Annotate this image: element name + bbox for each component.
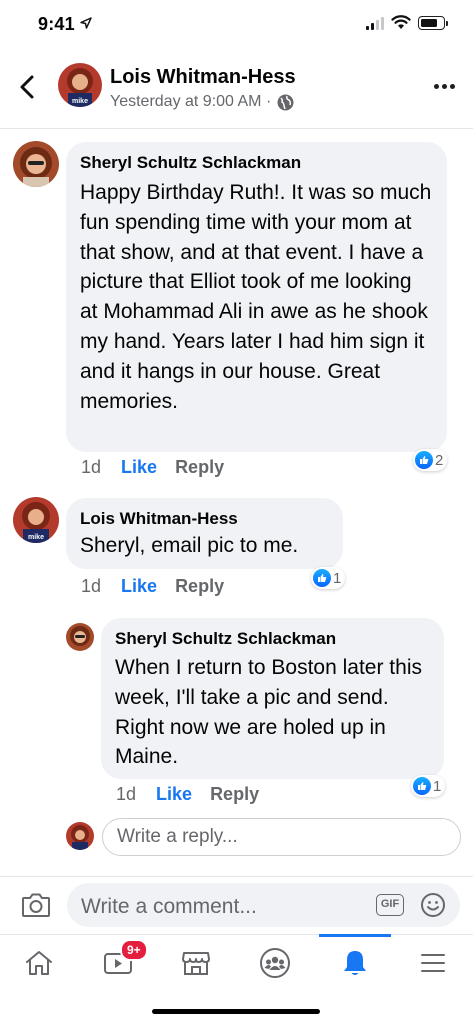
comment-time: 1d bbox=[81, 576, 102, 596]
reaction-count[interactable]: 2 bbox=[413, 449, 448, 471]
comment-bubble: Sheryl Schultz Schlackman Happy Birthday… bbox=[66, 142, 447, 452]
home-indicator bbox=[152, 1009, 320, 1014]
wifi-icon bbox=[391, 15, 411, 29]
reply-button[interactable]: Reply bbox=[210, 784, 259, 805]
comment-author[interactable]: Lois Whitman-Hess bbox=[80, 509, 329, 529]
tab-groups[interactable] bbox=[253, 945, 297, 981]
notifications-icon bbox=[344, 951, 366, 975]
marketplace-icon bbox=[182, 952, 210, 975]
tab-menu[interactable] bbox=[411, 945, 455, 981]
notification-badge: 9+ bbox=[120, 939, 148, 961]
battery-icon bbox=[418, 16, 448, 30]
gif-button[interactable]: GIF bbox=[376, 894, 404, 916]
emoji-icon[interactable] bbox=[420, 892, 446, 918]
comment-time: 1d bbox=[81, 457, 102, 477]
avatar[interactable] bbox=[66, 623, 94, 651]
status-time: 9:41 bbox=[38, 14, 75, 34]
reaction-count-value: 1 bbox=[433, 777, 442, 795]
avatar[interactable]: mike bbox=[13, 497, 59, 543]
camera-icon[interactable] bbox=[21, 892, 51, 918]
reaction-count[interactable]: 1 bbox=[311, 567, 346, 589]
comment-composer: Write a comment... GIF bbox=[0, 876, 473, 934]
avatar[interactable] bbox=[13, 141, 59, 187]
current-user-avatar bbox=[66, 822, 94, 850]
comment-author[interactable]: Sheryl Schultz Schlackman bbox=[115, 629, 430, 649]
comment-actions: 1d Like Reply bbox=[81, 457, 224, 478]
comment-placeholder: Write a comment... bbox=[81, 895, 257, 918]
comment-time: 1d bbox=[116, 784, 137, 804]
menu-icon bbox=[421, 954, 445, 972]
header-divider bbox=[0, 128, 473, 129]
post-header: mike Lois Whitman-Hess Yesterday at 9:00… bbox=[0, 56, 473, 126]
tab-notifications[interactable] bbox=[333, 945, 377, 981]
back-arrow-icon[interactable] bbox=[16, 74, 40, 100]
post-timestamp: Yesterday at 9:00 AM · bbox=[110, 93, 272, 110]
like-button[interactable]: Like bbox=[121, 576, 157, 597]
home-icon bbox=[26, 951, 52, 975]
reaction-count[interactable]: 1 bbox=[411, 775, 446, 797]
thumbs-up-icon bbox=[313, 569, 331, 587]
comment-actions: 1d Like Reply bbox=[81, 576, 224, 597]
groups-icon bbox=[260, 948, 290, 978]
comment-actions: 1d Like Reply bbox=[116, 784, 259, 805]
comment-input[interactable]: Write a comment... GIF bbox=[67, 883, 460, 927]
reply-input[interactable]: Write a reply... bbox=[102, 818, 461, 856]
comment-author[interactable]: Sheryl Schultz Schlackman bbox=[80, 153, 433, 173]
signal-icon bbox=[366, 17, 384, 30]
comment-text: Happy Birthday Ruth!. It was so much fun… bbox=[80, 181, 432, 413]
active-tab-indicator bbox=[319, 934, 391, 937]
page-title[interactable]: Lois Whitman-Hess bbox=[110, 66, 296, 89]
location-arrow-icon bbox=[80, 17, 92, 29]
thumbs-up-icon bbox=[415, 451, 433, 469]
bottom-tab-bar: 9+ bbox=[0, 934, 473, 1023]
reply-button[interactable]: Reply bbox=[175, 576, 224, 597]
tab-marketplace[interactable] bbox=[174, 945, 218, 981]
status-bar: 9:41 bbox=[0, 0, 473, 48]
comment-bubble: Sheryl Schultz Schlackman When I return … bbox=[101, 618, 444, 779]
svg-text:mike: mike bbox=[72, 98, 88, 105]
comment-bubble: Lois Whitman-Hess Sheryl, email pic to m… bbox=[66, 498, 343, 569]
comment-text: Sheryl, email pic to me. bbox=[80, 534, 299, 557]
reply-button[interactable]: Reply bbox=[175, 457, 224, 478]
svg-text:mike: mike bbox=[28, 534, 44, 541]
author-avatar[interactable]: mike bbox=[58, 63, 102, 107]
post-meta: Yesterday at 9:00 AM · bbox=[110, 93, 294, 111]
like-button[interactable]: Like bbox=[156, 784, 192, 805]
thumbs-up-icon bbox=[413, 777, 431, 795]
like-button[interactable]: Like bbox=[121, 457, 157, 478]
globe-icon bbox=[277, 94, 294, 110]
reaction-count-value: 2 bbox=[435, 451, 444, 469]
reply-composer: Write a reply... bbox=[66, 818, 461, 856]
more-options-button[interactable] bbox=[434, 84, 455, 89]
comment-text: When I return to Boston later this week,… bbox=[115, 656, 422, 769]
tab-home[interactable] bbox=[17, 945, 61, 981]
reaction-count-value: 1 bbox=[333, 569, 342, 587]
